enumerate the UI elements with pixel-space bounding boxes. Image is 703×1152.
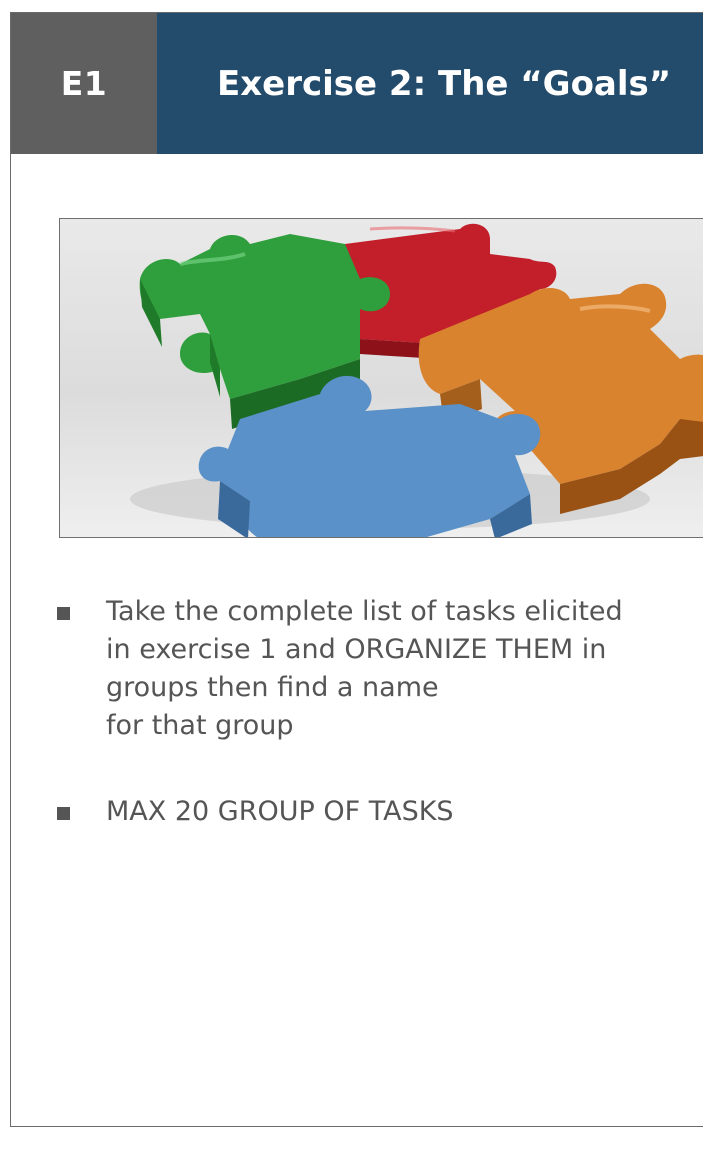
bullet-item-organize: Take the complete list of tasks elicited…	[11, 593, 703, 745]
bullet-line: groups then find a name	[106, 672, 439, 703]
square-bullet-icon	[57, 607, 70, 620]
bullet-line: Take the complete list of tasks elicited	[106, 596, 623, 627]
slide-frame: E1 Exercise 2: The “Goals” Take the comp…	[10, 12, 703, 1127]
bullet-item-max-groups: MAX 20 GROUP OF TASKS	[11, 793, 703, 831]
puzzle-pieces-illustration	[130, 223, 703, 537]
bullet-line: for that group	[106, 710, 294, 741]
bullet-line: in exercise 1 and ORGANIZE THEM in	[106, 634, 607, 665]
bullet-list: Take the complete list of tasks elicited…	[11, 593, 703, 831]
bullet-line: MAX 20 GROUP OF TASKS	[106, 796, 454, 827]
slide-header: E1 Exercise 2: The “Goals”	[11, 13, 703, 154]
slide-title: Exercise 2: The “Goals”	[157, 13, 703, 154]
square-bullet-icon	[57, 807, 70, 820]
puzzle-image	[59, 218, 703, 538]
exercise-code-badge: E1	[11, 13, 157, 154]
